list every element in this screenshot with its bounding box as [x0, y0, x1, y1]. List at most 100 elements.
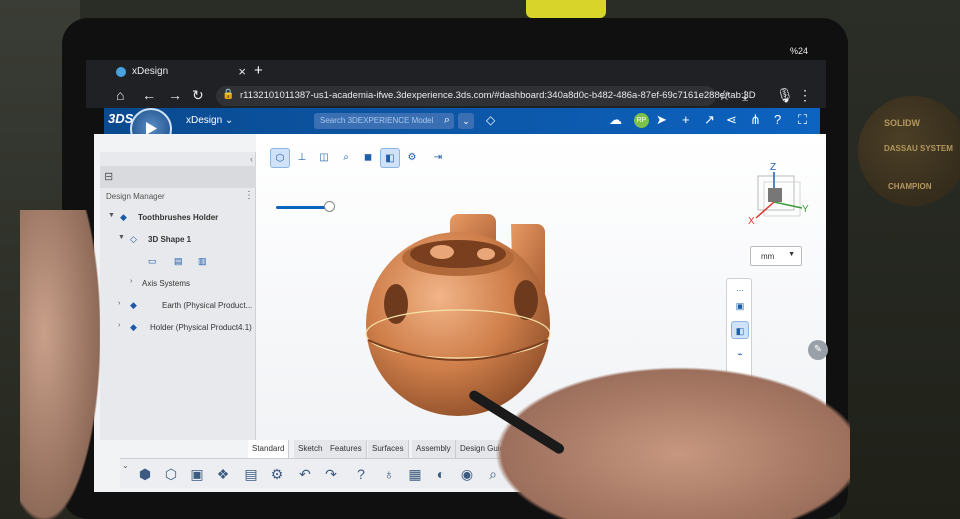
search-placeholder: Search 3DEXPERIENCE Model	[320, 116, 434, 125]
box-view-icon[interactable]: ◼	[358, 148, 378, 168]
undo-icon[interactable]: ↶	[294, 463, 316, 485]
tree-item-3d-shape[interactable]: ▼ ◇ 3D Shape 1	[118, 234, 256, 248]
url-text: r1132101011387-us1-academia-ifwe.3dexper…	[240, 90, 756, 101]
triad-y-label: Y	[802, 204, 809, 215]
reload-icon[interactable]: ↻	[192, 87, 204, 104]
unit-select[interactable]: mm ▼	[750, 246, 802, 266]
device-status-bar: %24	[86, 40, 826, 60]
close-tab-icon[interactable]: ×	[238, 64, 246, 79]
tree-item-label: Toothbrushes Holder	[138, 213, 219, 222]
cloud-icon[interactable]: ☁	[609, 112, 622, 128]
properties-icon[interactable]: ▤	[240, 463, 262, 485]
expand-arrow-icon[interactable]: ›	[118, 300, 120, 307]
share-icon[interactable]: ➤	[656, 112, 667, 128]
favicon-icon	[116, 67, 126, 77]
browser-tab-title: xDesign	[132, 66, 169, 77]
microphone-icon[interactable]: 🎙	[776, 87, 794, 104]
sketch-icon[interactable]: ▭	[148, 256, 157, 267]
settings-icon[interactable]: ⚙	[266, 463, 288, 485]
orientation-triad[interactable]: Z X Y	[740, 162, 810, 232]
champion-sticker: SOLIDW DASSAU SYSTEM CHAMPION	[858, 96, 960, 206]
right-hand	[470, 355, 850, 519]
expand-arrow-icon[interactable]: ▼	[118, 234, 125, 241]
app-header: 3DS xDesign ⌄ Search 3DEXPERIENCE Model …	[104, 108, 820, 150]
tablet-clip	[526, 0, 606, 18]
tab-surfaces[interactable]: Surfaces	[368, 440, 409, 458]
network-share-icon[interactable]: ⋖	[726, 112, 737, 128]
browser-tab[interactable]: xDesign ×	[116, 64, 246, 84]
lock-icon: 🔒	[222, 89, 235, 100]
shape-actions: ▭ ▤ ▥	[148, 256, 228, 270]
send-icon[interactable]: ↗	[704, 112, 715, 128]
collapse-panel-icon[interactable]: ‹	[250, 154, 253, 164]
zoom-icon[interactable]: ⌕	[336, 148, 356, 168]
tree-view-icon[interactable]: ⊟	[104, 170, 113, 183]
body-icon[interactable]: ▥	[198, 256, 207, 267]
bookmark-star-icon[interactable]: ☆	[718, 87, 731, 104]
browser-tab-strip: xDesign × +	[86, 60, 826, 84]
expand-action-bar-icon[interactable]: ⌄	[122, 461, 129, 470]
pan-icon[interactable]: ⊥	[292, 148, 312, 168]
triad-x-label: X	[748, 216, 755, 227]
section-slider-track[interactable]	[276, 206, 328, 209]
tree-item-earth[interactable]: › ◆ Earth (Physical Product...	[118, 300, 256, 314]
add-icon[interactable]: +	[682, 112, 690, 127]
expand-arrow-icon[interactable]: ▼	[108, 212, 115, 219]
tree-item-axis-systems[interactable]: › Axis Systems	[130, 278, 256, 292]
tab-features[interactable]: Features	[326, 440, 367, 458]
tab-sketch[interactable]: Sketch	[294, 440, 328, 458]
display-icon[interactable]: ▣	[731, 297, 749, 315]
apps-icon[interactable]: ⋔	[750, 112, 761, 128]
tab-assembly[interactable]: Assembly	[412, 440, 456, 458]
battery-level: %24	[789, 46, 808, 56]
tree-item-holder[interactable]: › ◆ Holder (Physical Product4.1)	[118, 322, 256, 336]
product-icon: ◆	[120, 212, 127, 222]
download-icon[interactable]: ⤓	[742, 87, 748, 104]
measure-icon[interactable]: ⇥	[428, 148, 448, 168]
save-icon[interactable]: ▣	[186, 463, 208, 485]
expand-arrow-icon[interactable]: ›	[118, 322, 120, 329]
search-input[interactable]: Search 3DEXPERIENCE Model ⌕	[314, 113, 454, 129]
tag-icon[interactable]: ◇	[486, 113, 495, 127]
new-tab-button[interactable]: +	[254, 62, 263, 79]
render-icon[interactable]: ▦	[404, 463, 426, 485]
home-icon[interactable]: ⌂	[116, 87, 124, 103]
search-dropdown-icon[interactable]: ⌄	[458, 113, 474, 129]
back-icon[interactable]: ←	[142, 87, 156, 103]
panel-menu-icon[interactable]: ⋮	[244, 190, 254, 201]
more-menu-icon[interactable]: ⋮	[798, 87, 812, 104]
section-slider-handle[interactable]	[324, 201, 335, 212]
tree-item-label: Holder (Physical Product4.1)	[150, 323, 252, 332]
help-icon[interactable]: ?	[350, 463, 372, 485]
browser-toolbar: ⌂ ← → ↻ 🔒 r1132101011387-us1-academia-if…	[86, 84, 826, 108]
redo-icon[interactable]: ↷	[320, 463, 342, 485]
open-icon[interactable]: ⬡	[160, 463, 182, 485]
tree-item-root[interactable]: ▼ ◆ Toothbrushes Holder	[108, 212, 256, 226]
expand-arrow-icon[interactable]: ›	[130, 278, 132, 285]
physical-product-icon: ◆	[130, 322, 137, 332]
tree-item-label: 3D Shape 1	[148, 235, 192, 244]
sticker-line-2: DASSAU SYSTEM	[884, 144, 953, 153]
select-icon[interactable]: ⬡	[270, 148, 290, 168]
section-icon[interactable]: ◧	[380, 148, 400, 168]
help-icon[interactable]: ?	[774, 112, 781, 127]
avatar[interactable]: RP	[634, 113, 649, 128]
app-name-menu[interactable]: xDesign ⌄	[186, 115, 233, 126]
triad-z-label: Z	[770, 162, 776, 173]
tree-item-label: Axis Systems	[142, 279, 191, 288]
sticker-line-3: CHAMPION	[888, 182, 932, 191]
left-hand	[20, 210, 100, 519]
view-cube-icon[interactable]: ◫	[314, 148, 334, 168]
forward-icon[interactable]: →	[168, 87, 182, 103]
search-icon[interactable]: ⌕	[444, 114, 450, 127]
new-part-icon[interactable]: ⬢	[134, 463, 156, 485]
material-icon[interactable]: ◐	[430, 463, 452, 485]
feature-icon[interactable]: ▤	[174, 256, 183, 267]
robot-icon[interactable]: ⚙	[402, 148, 422, 168]
tab-standard[interactable]: Standard	[248, 440, 290, 458]
insert-icon[interactable]: ❖	[212, 463, 234, 485]
section-view-icon[interactable]: ◧	[731, 321, 749, 339]
lasso-icon[interactable]: ♁	[378, 463, 400, 485]
fullscreen-icon[interactable]: ⛶	[798, 112, 807, 128]
address-bar[interactable]: 🔒 r1132101011387-us1-academia-ifwe.3dexp…	[216, 86, 756, 106]
